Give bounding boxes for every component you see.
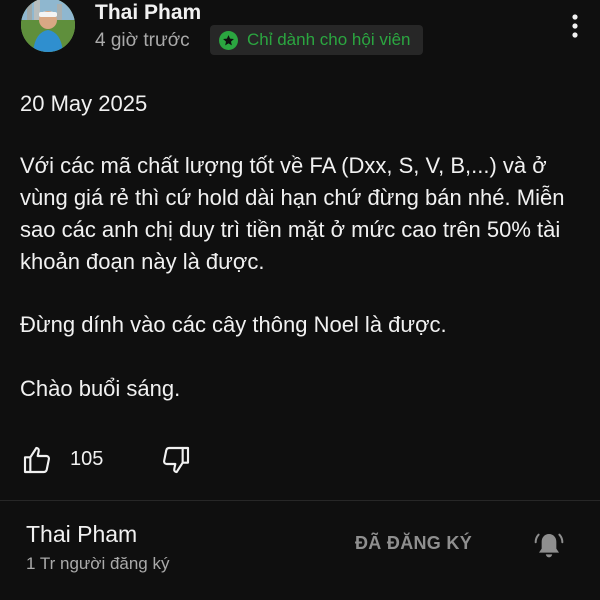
like-count: 105: [70, 448, 104, 470]
members-only-label: Chỉ dành cho hội viên: [247, 30, 411, 49]
subscribed-button[interactable]: ĐÃ ĐĂNG KÝ: [355, 533, 472, 554]
like-button[interactable]: [18, 441, 56, 479]
dislike-button[interactable]: [157, 441, 195, 479]
author-name[interactable]: Thai Pham: [95, 1, 201, 25]
post-paragraph: Với các mã chất lượng tốt về FA (Dxx, S,…: [20, 153, 565, 274]
post-paragraph: Chào buổi sáng.: [20, 376, 181, 401]
channel-name[interactable]: Thai Pham: [26, 521, 137, 548]
star-icon: [219, 30, 238, 50]
footer-divider: [0, 500, 600, 501]
post-body: 20 May 2025 Với các mã chất lượng tốt về…: [20, 88, 585, 405]
community-post-screen: Thai Pham 4 giờ trước Chỉ dành cho hội v…: [0, 0, 600, 600]
more-vertical-icon: [572, 14, 578, 38]
more-options-button[interactable]: [560, 8, 590, 44]
post-date-line: 20 May 2025: [20, 91, 148, 116]
thumbs-up-icon: [23, 446, 51, 474]
members-only-badge: Chỉ dành cho hội viên: [210, 25, 423, 55]
post-paragraph: Đừng dính vào các cây thông Noel là được…: [20, 312, 447, 337]
avatar-photo: [21, 0, 75, 52]
post-timestamp: 4 giờ trước: [95, 30, 190, 51]
avatar[interactable]: [21, 0, 75, 52]
bell-icon: [534, 533, 564, 558]
subscriber-count: 1 Tr người đăng ký: [26, 554, 170, 573]
post-header: Thai Pham 4 giờ trước Chỉ dành cho hội v…: [0, 0, 600, 62]
notification-bell-button[interactable]: [530, 527, 568, 565]
thumbs-down-icon: [162, 446, 190, 474]
